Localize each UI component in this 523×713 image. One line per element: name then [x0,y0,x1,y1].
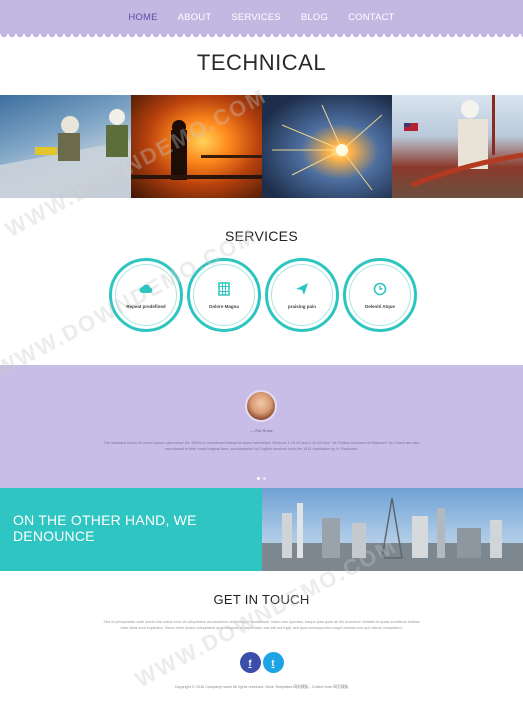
promo-image-refinery [262,488,523,571]
service-dolore-magna[interactable]: Dolore Magna [187,258,261,332]
promo-section: ON THE OTHER HAND, WE DENOUNCE [0,488,523,571]
send-icon [296,282,308,295]
services-list: Repeat predefined Dolore Magna praising … [0,258,523,334]
services-title: SERVICES [225,228,298,244]
carousel-dots [0,477,523,480]
nav-blog[interactable]: BLOG [291,12,338,23]
hero-image-workers-roof [0,95,131,198]
contact-text: Sed ut perspiciatis unde omnis iste natu… [103,620,420,630]
testimonial-section: — Rai Rosie The standard chunk of Lorem … [0,365,523,488]
facebook-icon[interactable]: f [239,652,261,673]
testimonial-text: The standard chunk of Lorem Ipsum used s… [103,441,420,451]
hero-image-worker-chain [392,95,523,198]
nav-services[interactable]: SERVICES [221,12,290,23]
promo-heading: ON THE OTHER HAND, WE DENOUNCE [0,488,262,571]
service-deleniti-atque[interactable]: Deleniti Atque [343,258,417,332]
social-links: f t [0,652,523,673]
cloud-icon [139,284,153,293]
service-label: Deleniti Atque [364,303,396,309]
contact-title: GET IN TOUCH [213,592,310,607]
nav-contact[interactable]: CONTACT [338,12,405,23]
copyright-text: Copyright © 2016 Company name All rights… [174,685,349,689]
nav-about[interactable]: ABOUT [168,12,222,23]
avatar [245,390,277,422]
hero-image-strip [0,95,523,198]
top-navigation: HOME ABOUT SERVICES BLOG CONTACT [0,0,523,38]
service-label: Dolore Magna [209,303,239,309]
film-icon [218,281,230,296]
service-label: praising pain [287,303,316,309]
service-label: Repeat predefined [126,303,166,309]
carousel-dot[interactable] [263,477,266,480]
page-title: TECHNICAL [196,50,327,75]
carousel-dot[interactable] [257,477,260,480]
service-repeat-predefined[interactable]: Repeat predefined [109,258,183,332]
nav-home[interactable]: HOME [118,12,167,23]
hero-image-welding-sparks [261,95,393,198]
hero-image-foundry [130,95,262,198]
testimonial-author: — Rai Rosie [250,428,273,433]
service-praising-pain[interactable]: praising pain [265,258,339,332]
twitter-icon[interactable]: t [262,652,284,673]
clock-icon [373,282,387,295]
